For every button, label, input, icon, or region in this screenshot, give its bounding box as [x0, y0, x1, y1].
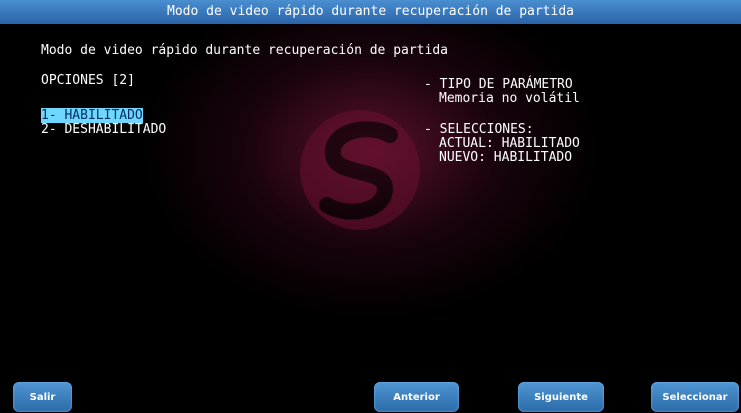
- page-heading: Modo de video rápido durante recuperació…: [41, 43, 448, 58]
- previous-button[interactable]: Anterior: [374, 382, 459, 412]
- new-selection: NUEVO: HABILITADO: [439, 150, 573, 165]
- option-enabled[interactable]: 1- HABILITADO: [41, 108, 143, 123]
- exit-button[interactable]: Salir: [13, 382, 72, 412]
- param-type-value: Memoria no volátil: [439, 91, 580, 106]
- select-button[interactable]: Seleccionar: [651, 382, 739, 412]
- options-label: OPCIONES [2]: [41, 73, 135, 88]
- brand-s-logo-icon: [300, 110, 420, 230]
- param-type-label: - TIPO DE PARÁMETRO: [424, 77, 573, 92]
- window-title: Modo de video rápido durante recuperació…: [0, 0, 741, 24]
- option-disabled[interactable]: 2- DESHABILITADO: [41, 122, 166, 137]
- selections-label: - SELECCIONES:: [424, 122, 534, 137]
- current-selection: ACTUAL: HABILITADO: [439, 136, 580, 151]
- next-button[interactable]: Siguiente: [518, 382, 604, 412]
